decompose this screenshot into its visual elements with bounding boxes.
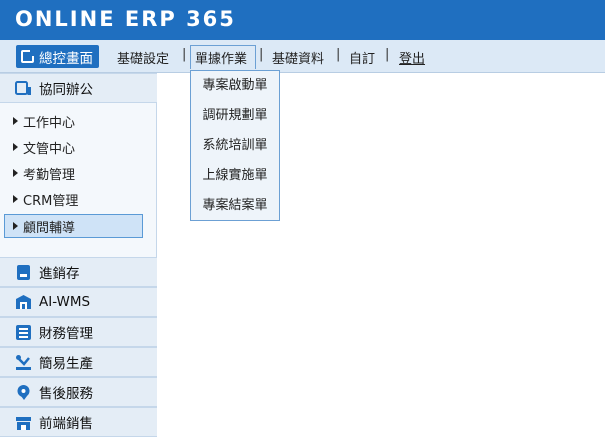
menu-separator: | bbox=[182, 47, 187, 62]
sidebar-item-consulting[interactable]: 顧問輔導 bbox=[4, 214, 143, 238]
menu-documents-label: 單據作業 bbox=[195, 52, 248, 67]
menu-custom[interactable]: 自訂 bbox=[349, 48, 375, 67]
wms-icon bbox=[15, 294, 32, 311]
sidebar-group-wms[interactable]: AI-WMS bbox=[0, 287, 157, 317]
dashboard-icon bbox=[21, 50, 34, 63]
dropdown-item-project-closing[interactable]: 專案結案單 bbox=[191, 191, 279, 220]
store-icon bbox=[15, 414, 32, 431]
home-dashboard-label: 總控畫面 bbox=[39, 50, 93, 67]
sidebar-group-inventory[interactable]: 進銷存 bbox=[0, 257, 157, 287]
sidebar-item-label: 顧問輔導 bbox=[23, 220, 76, 236]
sidebar-group-collab[interactable]: 協同辦公 bbox=[0, 73, 157, 103]
sidebar-item-doc-center[interactable]: 文管中心 bbox=[0, 135, 157, 159]
triangle-right-icon bbox=[13, 195, 18, 203]
menu-basic-data[interactable]: 基礎資料 bbox=[272, 48, 324, 67]
triangle-right-icon bbox=[13, 143, 18, 151]
sidebar-group-service[interactable]: 售後服務 bbox=[0, 377, 157, 407]
triangle-right-icon bbox=[13, 169, 18, 177]
sidebar-item-label: 考勤管理 bbox=[23, 167, 76, 183]
collab-icon bbox=[15, 80, 32, 97]
sidebar-item-attendance[interactable]: 考勤管理 bbox=[0, 161, 157, 185]
inventory-icon bbox=[15, 264, 32, 281]
dropdown-item-research-plan[interactable]: 調研規劃單 bbox=[191, 101, 279, 130]
top-menu-bar: 總控畫面 基礎設定 | 單據作業 | 基礎資料 | 自訂 | 登出 bbox=[0, 40, 605, 73]
menu-separator: | bbox=[385, 47, 390, 62]
sidebar-item-label: 工作中心 bbox=[23, 115, 76, 131]
sidebar: 協同辦公 工作中心 文管中心 考勤管理 CRM管理 顧問輔導 進銷存 AI-WM… bbox=[0, 73, 157, 437]
dropdown-item-project-kickoff[interactable]: 專案啟動單 bbox=[191, 71, 279, 100]
sidebar-group-label: 進銷存 bbox=[39, 266, 80, 282]
sidebar-group-label: 前端銷售 bbox=[39, 416, 93, 432]
menu-documents[interactable]: 單據作業 bbox=[190, 45, 256, 69]
sidebar-group-finance[interactable]: 財務管理 bbox=[0, 317, 157, 347]
sidebar-group-label: 售後服務 bbox=[39, 386, 93, 402]
sidebar-group-label: AI-WMS bbox=[39, 294, 91, 310]
menu-separator: | bbox=[336, 47, 341, 62]
sidebar-group-label: 簡易生產 bbox=[39, 356, 93, 372]
menu-basic-settings[interactable]: 基礎設定 bbox=[117, 48, 169, 67]
home-dashboard-button[interactable]: 總控畫面 bbox=[16, 45, 99, 68]
production-icon bbox=[15, 354, 32, 371]
triangle-right-icon bbox=[13, 117, 18, 125]
sidebar-group-label: 財務管理 bbox=[39, 326, 93, 342]
sidebar-item-label: CRM管理 bbox=[23, 193, 79, 209]
triangle-right-icon bbox=[13, 222, 18, 230]
finance-icon bbox=[15, 324, 32, 341]
sidebar-group-production[interactable]: 簡易生產 bbox=[0, 347, 157, 377]
app-logo: ONLINE ERP 365 bbox=[15, 7, 236, 31]
documents-dropdown-menu: 專案啟動單 調研規劃單 系統培訓單 上線實施單 專案結案單 bbox=[190, 70, 280, 221]
sidebar-item-work-center[interactable]: 工作中心 bbox=[0, 109, 157, 133]
sidebar-item-label: 文管中心 bbox=[23, 141, 76, 157]
title-bar: ONLINE ERP 365 bbox=[0, 0, 605, 40]
service-icon bbox=[15, 384, 32, 401]
sidebar-item-crm[interactable]: CRM管理 bbox=[0, 187, 157, 211]
logout-link[interactable]: 登出 bbox=[399, 48, 425, 67]
dropdown-item-go-live[interactable]: 上線實施單 bbox=[191, 161, 279, 190]
sidebar-group-label: 協同辦公 bbox=[39, 82, 93, 98]
menu-separator: | bbox=[259, 47, 264, 62]
dropdown-item-system-training[interactable]: 系統培訓單 bbox=[191, 131, 279, 160]
sidebar-group-store[interactable]: 前端銷售 bbox=[0, 407, 157, 437]
